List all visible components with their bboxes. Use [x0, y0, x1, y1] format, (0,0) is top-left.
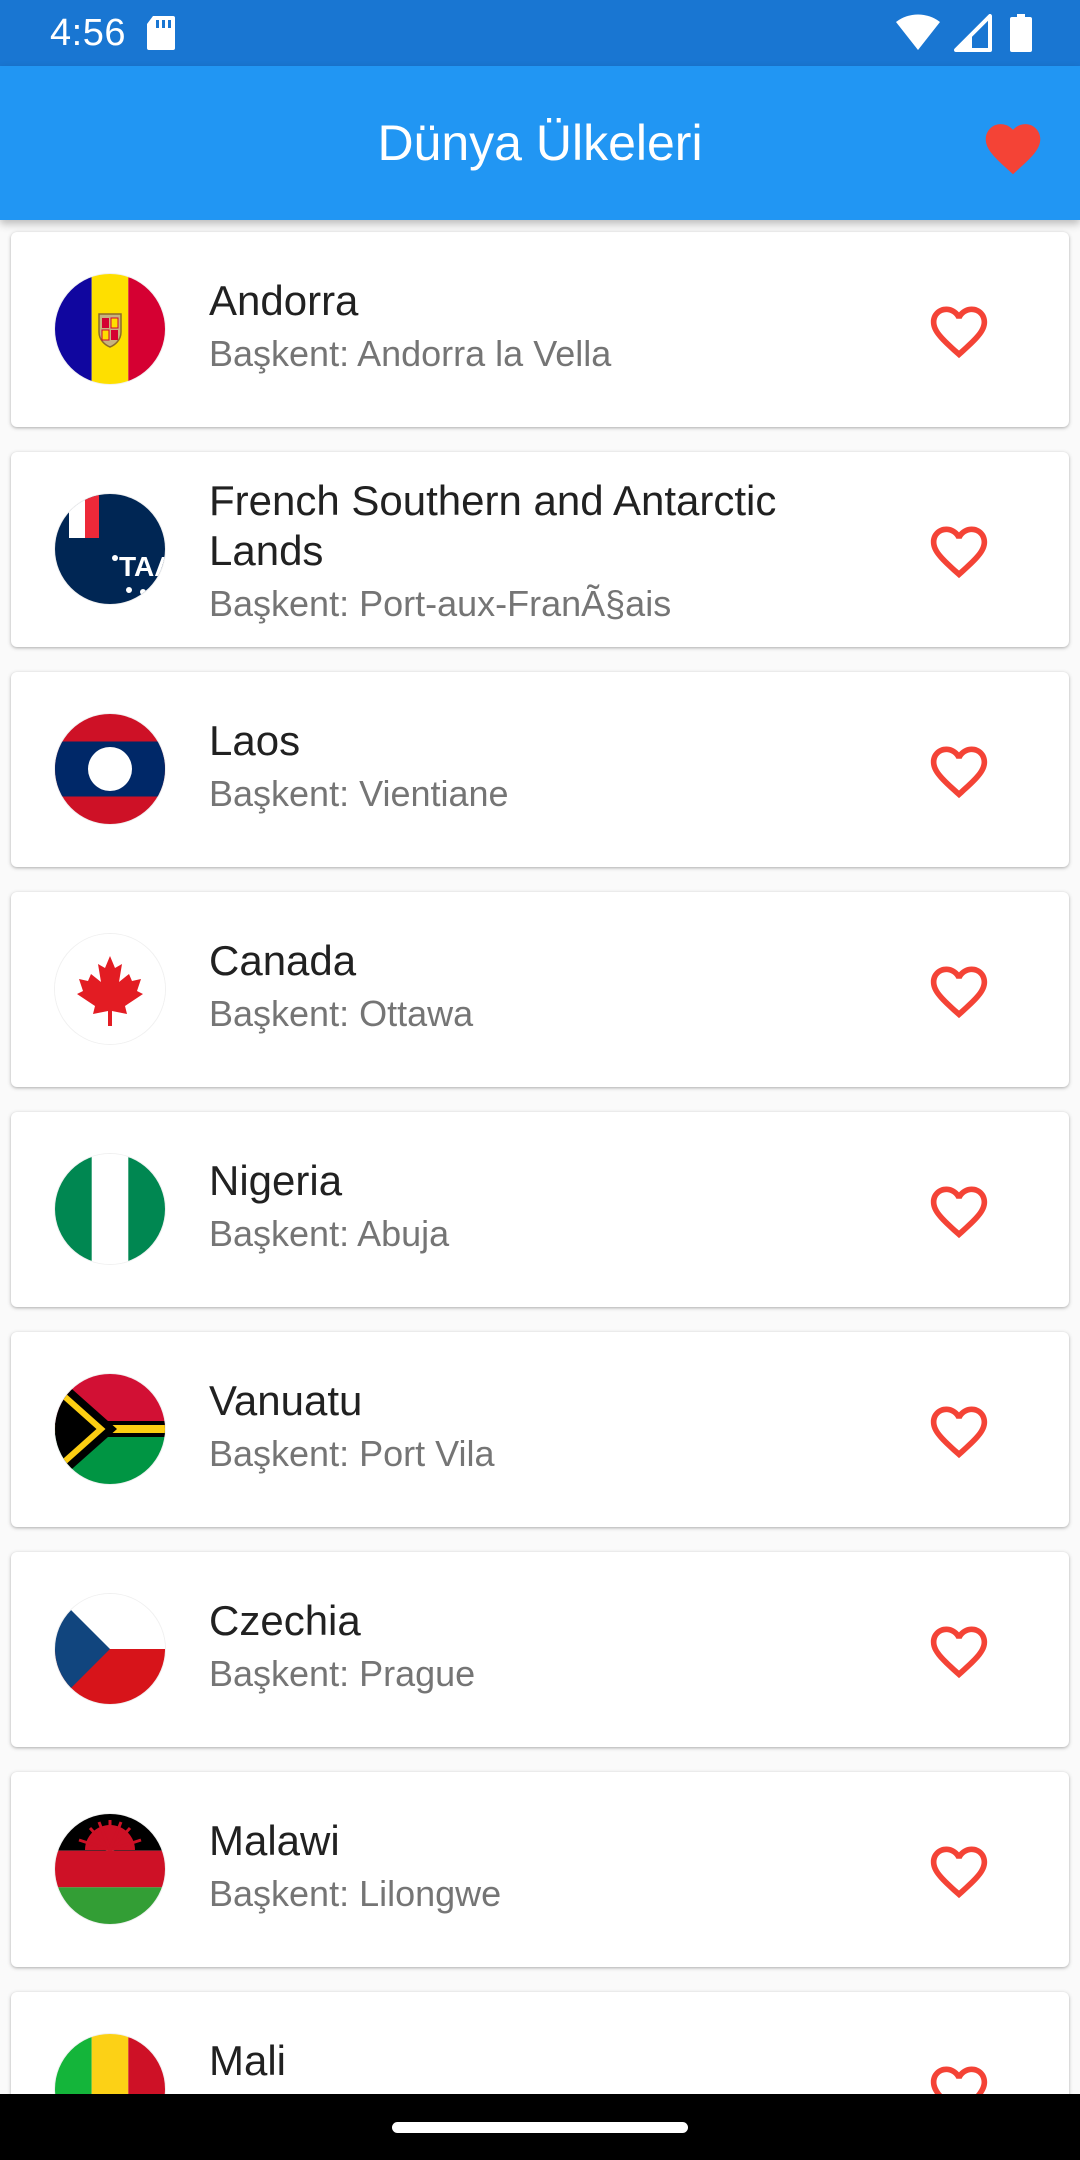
laos-flag-icon — [55, 714, 165, 824]
status-time: 4:56 — [50, 12, 126, 54]
home-gesture-handle[interactable] — [392, 2122, 688, 2133]
country-name: Laos — [209, 717, 301, 764]
favorite-heart-outline-icon[interactable] — [925, 518, 993, 580]
svg-text:TAA: TAA — [119, 551, 165, 582]
andorra-flag-icon — [55, 274, 165, 384]
country-name: Andorra — [209, 277, 359, 324]
favorite-heart-outline-icon[interactable] — [925, 1178, 993, 1240]
favorite-heart-outline-icon[interactable] — [925, 1838, 993, 1900]
nigeria-flag-icon — [55, 1154, 165, 1264]
country-card-canada[interactable]: Canada Başkent: Ottawa — [11, 892, 1069, 1087]
country-capital: Başkent: Lilongwe — [209, 1873, 502, 1914]
country-capital: Başkent: Andorra la Vella — [209, 333, 612, 374]
malawi-flag-icon — [55, 1814, 165, 1924]
country-card-laos[interactable]: Laos Başkent: Vientiane — [11, 672, 1069, 867]
country-name: Nigeria — [209, 1157, 343, 1204]
country-card-malawi[interactable]: Malawi Başkent: Lilongwe — [11, 1772, 1069, 1967]
country-card-vanuatu[interactable]: Vanuatu Başkent: Port Vila — [11, 1332, 1069, 1527]
wifi-icon — [896, 14, 940, 50]
favorite-heart-outline-icon[interactable] — [925, 738, 993, 800]
country-list[interactable]: Andorra Başkent: Andorra la Vella TAA Fr… — [0, 220, 1080, 2094]
favorite-heart-outline-icon[interactable] — [925, 298, 993, 360]
country-capital: Başkent: Ottawa — [209, 993, 474, 1034]
mali-flag-icon — [55, 2034, 165, 2094]
page-title: Dünya Ülkeleri — [377, 115, 703, 171]
country-name: Czechia — [209, 1597, 361, 1644]
canada-flag-icon — [55, 934, 165, 1044]
sd-card-icon — [147, 16, 175, 50]
country-card-nigeria[interactable]: Nigeria Başkent: Abuja — [11, 1112, 1069, 1307]
favorite-heart-outline-icon[interactable] — [925, 1398, 993, 1460]
country-name: Canada — [209, 937, 357, 984]
country-card-mali[interactable]: Mali — [11, 1992, 1069, 2094]
country-name: French Southern and Antarctic Lands — [209, 477, 777, 574]
czechia-flag-icon — [55, 1594, 165, 1704]
country-card-czechia[interactable]: Czechia Başkent: Prague — [11, 1552, 1069, 1747]
battery-icon — [1010, 14, 1032, 52]
french-southern-lands-flag-icon: TAA — [55, 494, 165, 604]
country-card-andorra[interactable]: Andorra Başkent: Andorra la Vella — [11, 232, 1069, 427]
favorite-heart-outline-icon[interactable] — [925, 2058, 993, 2094]
app-bar: Dünya Ülkeleri — [0, 66, 1080, 220]
vanuatu-flag-icon — [55, 1374, 165, 1484]
favorite-heart-outline-icon[interactable] — [925, 958, 993, 1020]
status-bar: 4:56 — [0, 0, 1080, 66]
system-navigation-bar — [0, 2094, 1080, 2160]
country-name: Vanuatu — [209, 1377, 363, 1424]
country-capital: Başkent: Prague — [209, 1653, 476, 1694]
country-capital: Başkent: Abuja — [209, 1213, 450, 1254]
cell-signal-icon — [954, 14, 992, 52]
favorite-heart-outline-icon[interactable] — [925, 1618, 993, 1680]
country-capital: Başkent: Port-aux-FranÃ§ais — [209, 583, 672, 624]
country-name: Mali — [209, 2037, 287, 2084]
favorites-heart-icon[interactable] — [980, 116, 1046, 176]
country-name: Malawi — [209, 1817, 340, 1864]
country-capital: Başkent: Vientiane — [209, 773, 509, 814]
country-capital: Başkent: Port Vila — [209, 1433, 495, 1474]
country-card-french-southern-lands[interactable]: TAA French Southern and Antarctic Lands … — [11, 452, 1069, 647]
